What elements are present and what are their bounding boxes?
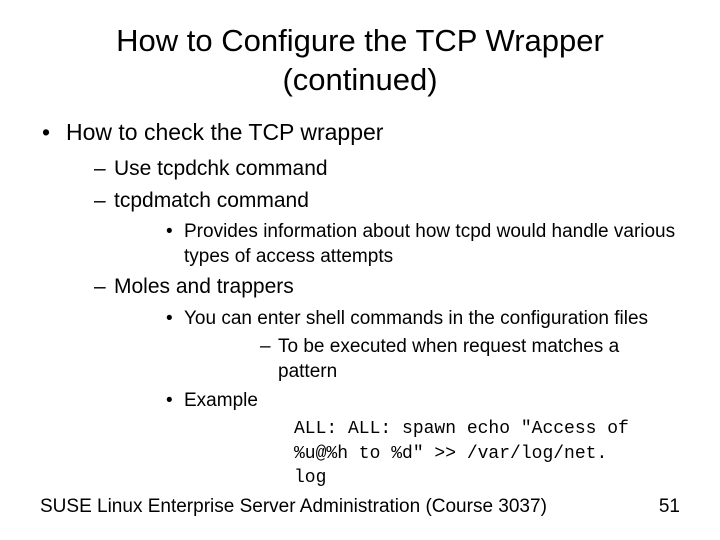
- bullet-text: To be executed when request matches a pa…: [278, 336, 619, 382]
- slide-footer: SUSE Linux Enterprise Server Administrat…: [40, 496, 680, 518]
- title-line-1: How to Configure the TCP Wrapper: [116, 23, 604, 58]
- bullet-text: You can enter shell commands in the conf…: [184, 308, 648, 329]
- slide-title: How to Configure the TCP Wrapper (contin…: [0, 0, 720, 100]
- bullet-level2: tcpdmatch command Provides information a…: [66, 187, 680, 270]
- bullet-level3: Provides information about how tcpd woul…: [114, 220, 680, 269]
- bullet-level2: Moles and trappers You can enter shell c…: [66, 273, 680, 490]
- bullet-text: Moles and trappers: [114, 275, 294, 298]
- bullet-level2: Use tcpdchk command: [66, 155, 680, 182]
- footer-text: SUSE Linux Enterprise Server Administrat…: [40, 496, 547, 518]
- bullet-level3: Example ALL: ALL: spawn echo "Access of …: [114, 389, 680, 491]
- slide: How to Configure the TCP Wrapper (contin…: [0, 0, 720, 540]
- bullet-level3: You can enter shell commands in the conf…: [114, 307, 680, 385]
- bullet-text: How to check the TCP wrapper: [66, 119, 383, 145]
- bullet-text: Use tcpdchk command: [114, 157, 328, 180]
- bullet-text: tcpdmatch command: [114, 189, 309, 212]
- page-number: 51: [659, 496, 680, 518]
- bullet-level4: To be executed when request matches a pa…: [184, 335, 680, 384]
- bullet-level1: How to check the TCP wrapper Use tcpdchk…: [40, 118, 680, 491]
- bullet-text: Provides information about how tcpd woul…: [184, 221, 675, 267]
- bullet-text: Example: [184, 390, 258, 411]
- code-example: ALL: ALL: spawn echo "Access of %u@%h to…: [184, 417, 680, 490]
- title-line-2: (continued): [282, 62, 437, 97]
- slide-content: How to check the TCP wrapper Use tcpdchk…: [0, 100, 720, 491]
